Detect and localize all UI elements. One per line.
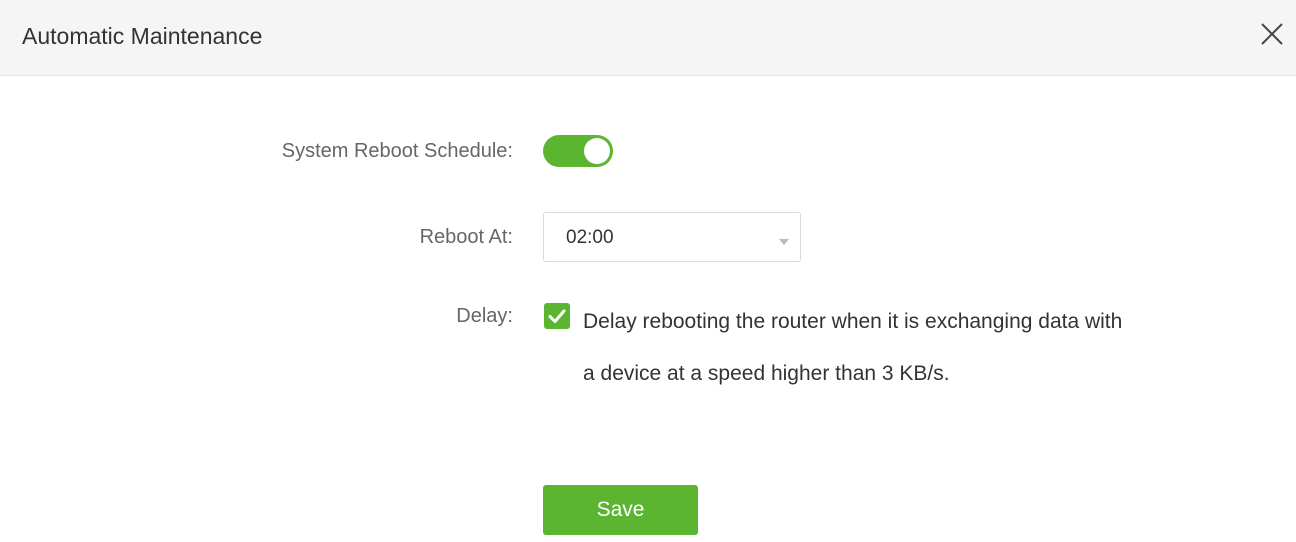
reboot-at-select[interactable]: 02:00	[543, 212, 801, 262]
dialog-header: Automatic Maintenance	[0, 0, 1296, 76]
close-icon[interactable]	[1256, 18, 1288, 50]
chevron-down-icon	[778, 233, 790, 251]
dialog-title: Automatic Maintenance	[22, 23, 263, 49]
toggle-knob	[584, 138, 610, 164]
reboot-schedule-toggle[interactable]	[543, 135, 613, 167]
reboot-at-label: Reboot At:	[419, 226, 513, 248]
automatic-maintenance-dialog: Automatic Maintenance System Reboot Sche…	[0, 0, 1296, 542]
reboot-schedule-label: System Reboot Schedule:	[281, 140, 513, 162]
checkmark-icon	[548, 309, 566, 323]
delay-checkbox[interactable]	[544, 303, 570, 329]
delay-description: Delay rebooting the router when it is ex…	[583, 296, 1263, 400]
reboot-at-value: 02:00	[566, 227, 614, 248]
delay-description-line2: a device at a speed higher than 3 KB/s.	[583, 362, 950, 385]
save-button[interactable]: Save	[543, 485, 698, 535]
delay-description-line1: Delay rebooting the router when it is ex…	[583, 310, 1123, 333]
delay-label: Delay:	[456, 305, 513, 327]
